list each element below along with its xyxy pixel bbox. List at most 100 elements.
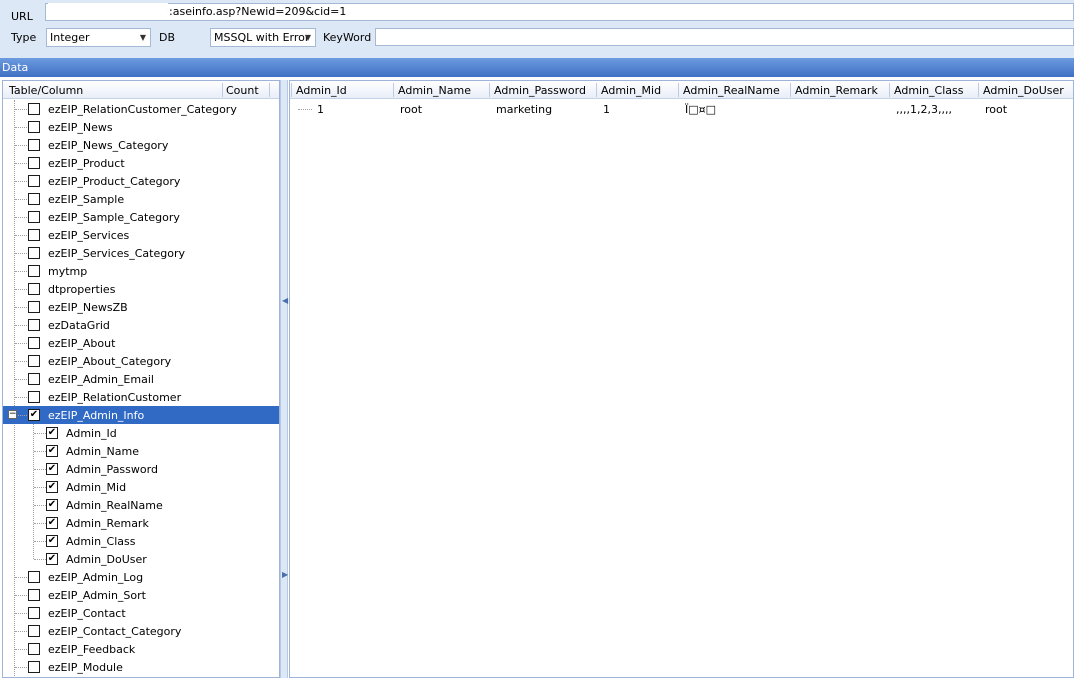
tree-table-item[interactable]: ezEIP_Product	[3, 154, 279, 172]
grid-cell[interactable]: 1	[603, 103, 610, 116]
tree-item-label: ezEIP_Contact_Category	[48, 625, 182, 638]
tree-item-label: ezEIP_Product_Category	[48, 175, 181, 188]
grid-cell[interactable]: root	[400, 103, 422, 116]
tree-item-label: ezEIP_RelationCustomer	[48, 391, 182, 404]
tree-table-item[interactable]: ezEIP_Admin_Email	[3, 370, 279, 388]
type-select[interactable]: Integer ▼	[46, 28, 151, 47]
tree-header-count[interactable]: Count	[226, 84, 259, 97]
tree-column-item[interactable]: ✔ Admin_Password	[3, 460, 279, 478]
tree-branch-line	[15, 397, 27, 398]
tree-table-item[interactable]: ezDataGrid	[3, 316, 279, 334]
checkbox-unchecked[interactable]	[28, 265, 40, 277]
checkbox-unchecked[interactable]	[28, 373, 40, 385]
tree-branch-line	[15, 577, 27, 578]
tree-item-label: ezEIP_Admin_Info	[48, 409, 145, 422]
type-dropdown-arrow-icon[interactable]: ▼	[140, 29, 146, 46]
checkbox-unchecked[interactable]	[28, 607, 40, 619]
tree-table-item[interactable]: ezEIP_News_Category	[3, 136, 279, 154]
grid-cell[interactable]: 1	[317, 103, 324, 116]
checkbox-unchecked[interactable]	[28, 247, 40, 259]
tree-branch-line	[15, 163, 27, 164]
db-dropdown-arrow-icon[interactable]: ▼	[305, 29, 311, 46]
tree-table-item[interactable]: ezEIP_Module	[3, 658, 279, 676]
tree-table-item[interactable]: ezEIP_Feedback	[3, 640, 279, 658]
checkbox-unchecked[interactable]	[28, 157, 40, 169]
tree-table-item[interactable]: dtproperties	[3, 280, 279, 298]
checkbox-unchecked[interactable]	[28, 283, 40, 295]
tree-table-item[interactable]: ezEIP_RelationCustomer_Category	[3, 100, 279, 118]
tree-table-item[interactable]: ezEIP_News	[3, 118, 279, 136]
checkbox-checked-icon[interactable]: ✔	[46, 463, 58, 475]
tree-table-item[interactable]: ezEIP_Services	[3, 226, 279, 244]
checkbox-checked-icon[interactable]: ✔	[46, 553, 58, 565]
db-select[interactable]: MSSQL with Error ▼	[210, 28, 316, 47]
checkbox-unchecked[interactable]	[28, 643, 40, 655]
checkbox-unchecked[interactable]	[28, 391, 40, 403]
checkbox-unchecked[interactable]	[28, 337, 40, 349]
grid-cell[interactable]: ,,,,1,2,3,,,,	[896, 103, 952, 116]
tree-item-label: Admin_Mid	[66, 481, 127, 494]
checkbox-unchecked[interactable]	[28, 589, 40, 601]
tree-table-item[interactable]: ezEIP_About	[3, 334, 279, 352]
tree-column-item[interactable]: ✔ Admin_Name	[3, 442, 279, 460]
tree-table-item[interactable]: ezEIP_Sample	[3, 190, 279, 208]
checkbox-checked-icon[interactable]: ✔	[46, 499, 58, 511]
checkbox-checked-icon[interactable]: ✔	[28, 409, 40, 421]
tree-table-item[interactable]: ezEIP_Admin_Sort	[3, 586, 279, 604]
tree-column-item[interactable]: ✔ Admin_DoUser	[3, 550, 279, 568]
checkbox-unchecked[interactable]	[28, 229, 40, 241]
checkbox-unchecked[interactable]	[28, 355, 40, 367]
tree-item-label: Admin_Name	[66, 445, 140, 458]
grid-cell[interactable]: Ï□¤□	[685, 103, 716, 116]
checkbox-checked-icon[interactable]: ✔	[46, 535, 58, 547]
url-input[interactable]: ':aseinfo.asp?Newid=209&cid=1	[45, 3, 1074, 21]
tree-column-item[interactable]: ✔ Admin_Mid	[3, 478, 279, 496]
checkbox-checked-icon[interactable]: ✔	[46, 481, 58, 493]
checkbox-unchecked[interactable]	[28, 301, 40, 313]
tree-table-item[interactable]: ezEIP_RelationCustomer	[3, 388, 279, 406]
tree-table-item[interactable]: ezEIP_Product_Category	[3, 172, 279, 190]
tree-table-item[interactable]: ezEIP_Contact_Category	[3, 622, 279, 640]
tree-table-item[interactable]: ezEIP_NewsZB	[3, 298, 279, 316]
tree-table-item[interactable]: mytmp	[3, 262, 279, 280]
panel-splitter[interactable]: ◀ ▶	[280, 80, 288, 678]
grid-cell[interactable]: marketing	[496, 103, 552, 116]
checkbox-unchecked[interactable]	[28, 319, 40, 331]
collapse-icon[interactable]: −	[8, 410, 17, 419]
tree-table-item[interactable]: ezEIP_Sample_Category	[3, 208, 279, 226]
checkbox-unchecked[interactable]	[28, 121, 40, 133]
data-section-header: Data	[0, 58, 1074, 77]
grid-row[interactable]: 1 root marketing 1 Ï□¤□ ,,,,1,2,3,,,, root	[290, 81, 1073, 121]
tree-table-item-selected[interactable]: − ✔ ezEIP_Admin_Info	[3, 406, 279, 424]
tree-table-item[interactable]: ezEIP_Contact	[3, 604, 279, 622]
checkbox-unchecked[interactable]	[28, 571, 40, 583]
checkbox-unchecked[interactable]	[28, 661, 40, 673]
checkbox-unchecked[interactable]	[28, 193, 40, 205]
checkbox-unchecked[interactable]	[28, 175, 40, 187]
tree-column-item[interactable]: ✔ Admin_RealName	[3, 496, 279, 514]
checkbox-checked-icon[interactable]: ✔	[46, 427, 58, 439]
keyword-input[interactable]	[375, 28, 1074, 46]
checkbox-unchecked[interactable]	[28, 625, 40, 637]
tree-item-label: ezEIP_Admin_Sort	[48, 589, 146, 602]
tree-header-separator	[222, 83, 223, 97]
grid-cell[interactable]: root	[985, 103, 1007, 116]
tree-table-item[interactable]: ezEIP_About_Category	[3, 352, 279, 370]
checkbox-checked-icon[interactable]: ✔	[46, 445, 58, 457]
checkbox-checked-icon[interactable]: ✔	[46, 517, 58, 529]
tree-branch-line	[15, 379, 27, 380]
tree-table-item[interactable]: ezEIP_Services_Category	[3, 244, 279, 262]
tree-header-table-column[interactable]: Table/Column	[9, 84, 83, 97]
checkbox-unchecked[interactable]	[28, 211, 40, 223]
tree-table-item[interactable]: ezEIP_Admin_Log	[3, 568, 279, 586]
checkbox-unchecked[interactable]	[28, 139, 40, 151]
tree-column-item[interactable]: ✔ Admin_Class	[3, 532, 279, 550]
tree-column-item[interactable]: ✔ Admin_Id	[3, 424, 279, 442]
db-label: DB	[159, 31, 176, 44]
tree-item-label: ezEIP_Services	[48, 229, 130, 242]
expand-right-icon[interactable]: ▶	[282, 570, 288, 579]
collapse-left-icon[interactable]: ◀	[282, 296, 288, 305]
checkbox-unchecked[interactable]	[28, 103, 40, 115]
tree-column-item[interactable]: ✔ Admin_Remark	[3, 514, 279, 532]
tree-branch-line	[34, 451, 46, 452]
